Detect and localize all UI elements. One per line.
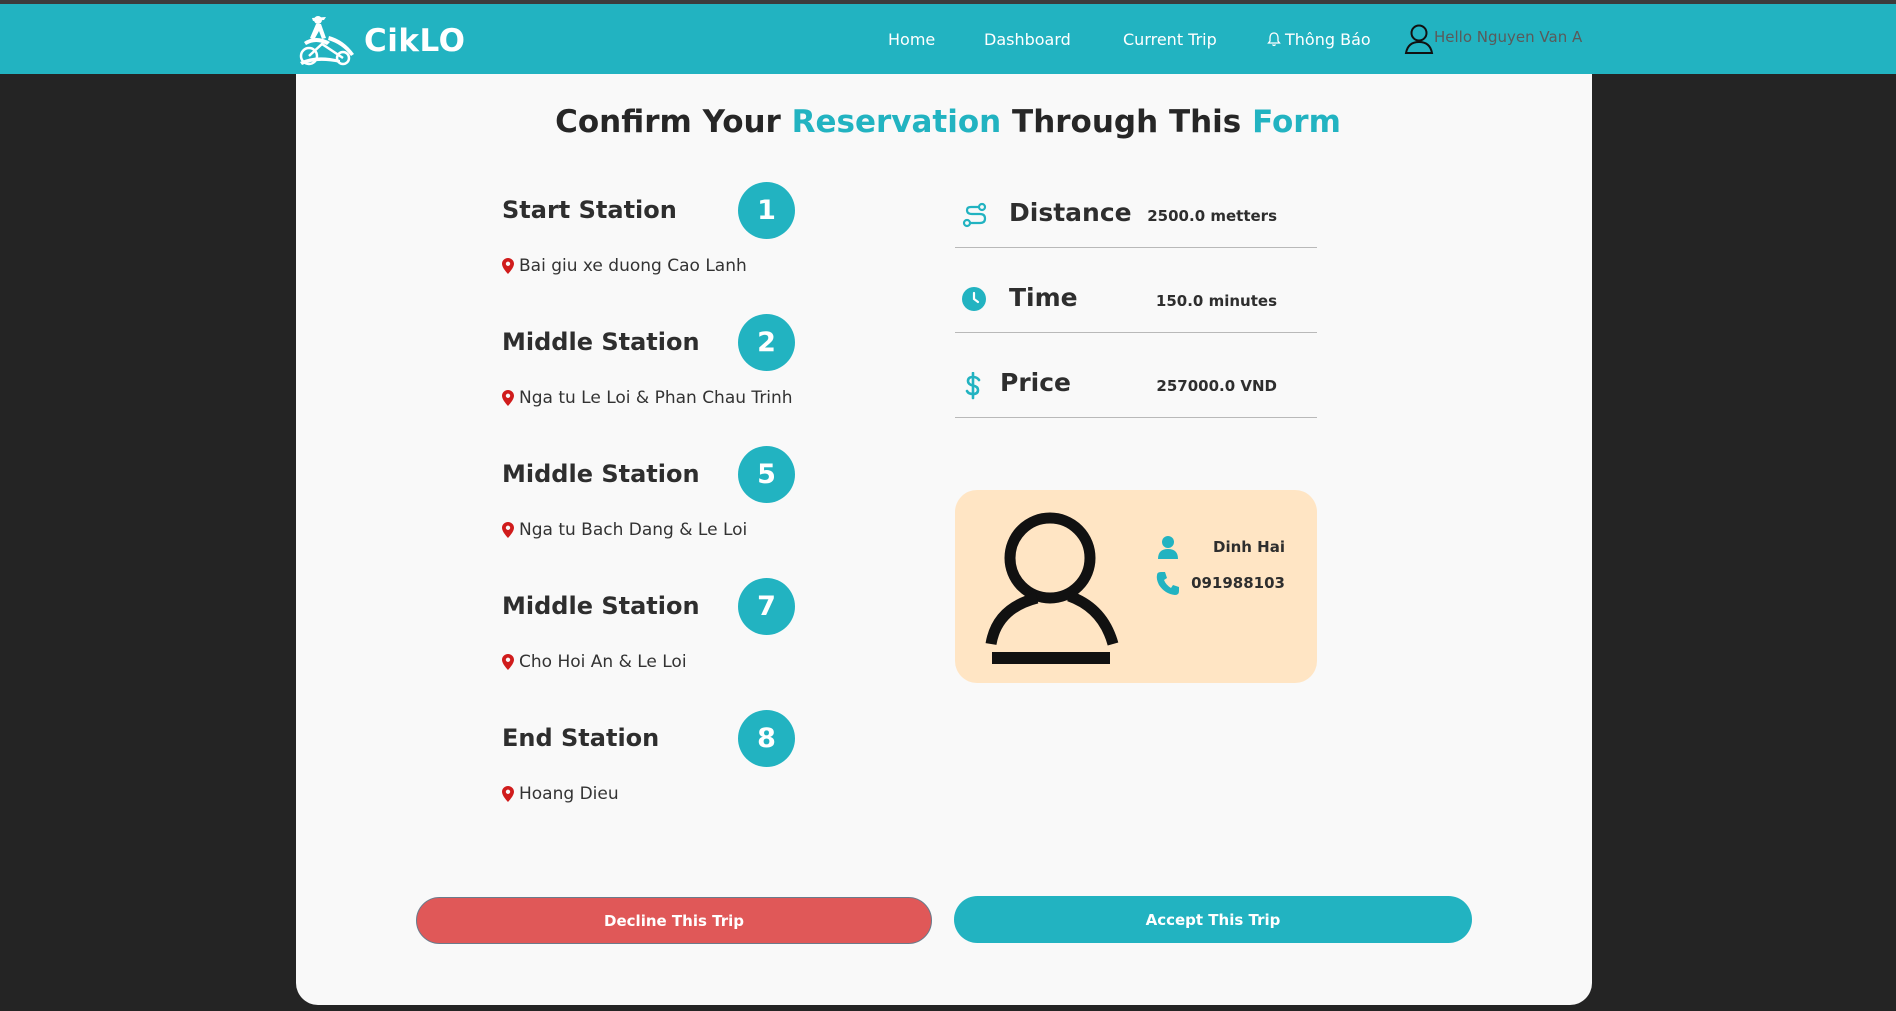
station-address: Nga tu Le Loi & Phan Chau Trinh xyxy=(502,388,793,408)
nav-link-notifications[interactable]: Thông Báo xyxy=(1267,30,1371,49)
station-address: Cho Hoi An & Le Loi xyxy=(502,652,687,672)
distance-value: 2500.0 metters xyxy=(1147,207,1277,225)
map-pin-icon xyxy=(502,390,514,406)
station-title: Middle Station xyxy=(502,592,700,620)
cyclo-logo-icon xyxy=(299,16,354,66)
person-icon xyxy=(1158,536,1178,559)
time-row: Time 150.0 minutes xyxy=(955,263,1317,333)
station-address-text: Bai giu xe duong Cao Lanh xyxy=(519,256,747,276)
driver-name: Dinh Hai xyxy=(1213,538,1285,556)
dollar-icon xyxy=(965,372,981,400)
station-item: Start Station 1 Bai giu xe duong Cao Lan… xyxy=(502,182,802,312)
station-address-text: Nga tu Le Loi & Phan Chau Trinh xyxy=(519,388,793,408)
nav-link-notifications-label: Thông Báo xyxy=(1285,30,1371,49)
station-number-badge: 2 xyxy=(738,314,795,371)
station-address-text: Hoang Dieu xyxy=(519,784,619,804)
station-item: Middle Station 5 Nga tu Bach Dang & Le L… xyxy=(502,446,802,576)
map-pin-icon xyxy=(502,786,514,802)
station-item: End Station 8 Hoang Dieu xyxy=(502,710,802,840)
station-title: Middle Station xyxy=(502,328,700,356)
distance-label: Distance xyxy=(1009,198,1132,227)
user-greeting[interactable]: Hello Nguyen Van A xyxy=(1434,28,1582,46)
user-account-icon[interactable] xyxy=(1404,23,1434,55)
station-title: Start Station xyxy=(502,196,677,224)
station-number-badge: 1 xyxy=(738,182,795,239)
station-number-badge: 8 xyxy=(738,710,795,767)
station-number-badge: 7 xyxy=(738,578,795,635)
phone-icon xyxy=(1156,572,1179,595)
brand-logo[interactable]: CikLO xyxy=(296,14,466,68)
station-number-badge: 5 xyxy=(738,446,795,503)
map-pin-icon xyxy=(502,522,514,538)
station-address: Bai giu xe duong Cao Lanh xyxy=(502,256,747,276)
time-label: Time xyxy=(1009,283,1078,312)
driver-name-row: Dinh Hai xyxy=(1155,534,1285,560)
station-item: Middle Station 7 Cho Hoi An & Le Loi xyxy=(502,578,802,708)
title-part-1: Confirm Your xyxy=(555,104,792,140)
nav-link-current-trip[interactable]: Current Trip xyxy=(1123,30,1217,49)
title-accent-reservation: Reservation xyxy=(791,104,1002,140)
decline-trip-button[interactable]: Decline This Trip xyxy=(416,897,932,944)
price-label: Price xyxy=(1000,368,1071,397)
bell-icon xyxy=(1267,32,1281,47)
nav-link-home[interactable]: Home xyxy=(888,30,935,49)
driver-phone-row: 091988103 xyxy=(1155,570,1285,596)
title-accent-form: Form xyxy=(1252,104,1341,140)
driver-card: Dinh Hai 091988103 xyxy=(955,490,1317,683)
driver-phone: 091988103 xyxy=(1191,574,1285,592)
clock-icon xyxy=(962,287,986,311)
station-item: Middle Station 2 Nga tu Le Loi & Phan Ch… xyxy=(502,314,802,444)
nav-link-dashboard[interactable]: Dashboard xyxy=(984,30,1071,49)
station-address: Hoang Dieu xyxy=(502,784,619,804)
accept-trip-button[interactable]: Accept This Trip xyxy=(954,896,1472,943)
station-address-text: Nga tu Bach Dang & Le Loi xyxy=(519,520,748,540)
price-row: Price 257000.0 VND xyxy=(955,348,1317,418)
map-pin-icon xyxy=(502,258,514,274)
station-title: Middle Station xyxy=(502,460,700,488)
distance-row: Distance 2500.0 metters xyxy=(955,178,1317,248)
station-address: Nga tu Bach Dang & Le Loi xyxy=(502,520,747,540)
station-address-text: Cho Hoi An & Le Loi xyxy=(519,652,687,672)
brand-name: CikLO xyxy=(364,23,466,59)
time-value: 150.0 minutes xyxy=(1155,292,1277,310)
driver-avatar-icon xyxy=(985,512,1119,664)
station-title: End Station xyxy=(502,724,660,752)
route-icon xyxy=(962,202,987,228)
page-title: Confirm Your Reservation Through This Fo… xyxy=(0,104,1896,140)
title-part-2: Through This xyxy=(1001,104,1253,140)
reservation-card xyxy=(296,74,1592,1005)
navbar: CikLO Home Dashboard Current Trip Thông … xyxy=(0,4,1896,74)
price-value: 257000.0 VND xyxy=(1156,377,1277,395)
map-pin-icon xyxy=(502,654,514,670)
